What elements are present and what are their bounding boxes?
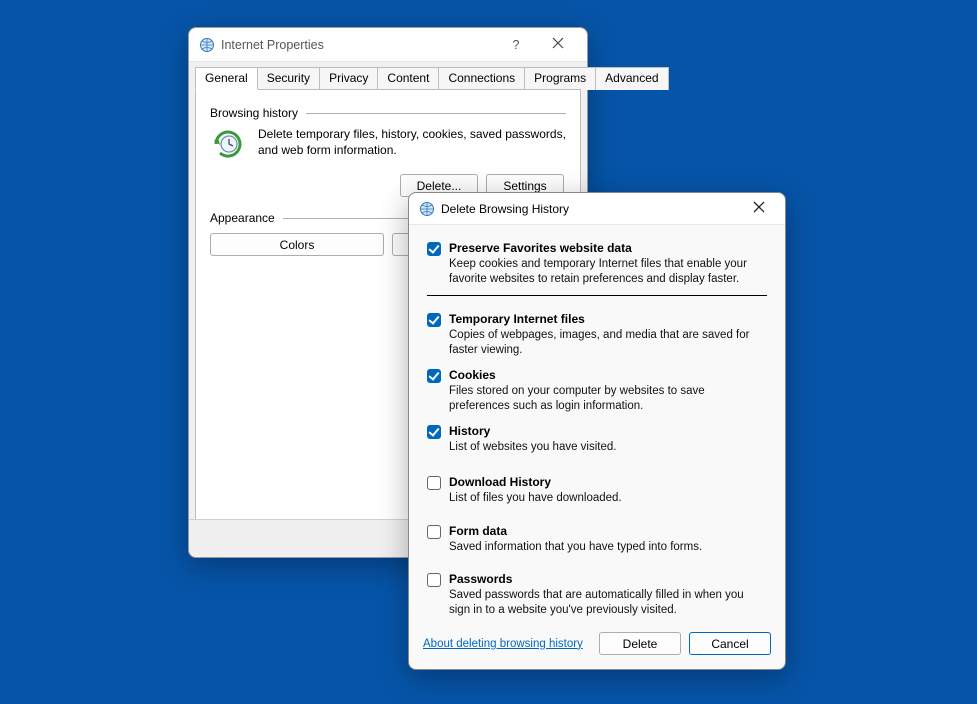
option-cookies: Cookies Files stored on your computer by…	[427, 366, 767, 414]
close-icon	[753, 201, 765, 216]
option-desc: List of files you have downloaded.	[449, 491, 767, 506]
history-clock-icon	[210, 126, 246, 162]
option-passwords: Passwords Saved passwords that are autom…	[427, 570, 767, 618]
option-download-history: Download History List of files you have …	[427, 473, 767, 506]
option-desc: Copies of webpages, images, and media th…	[449, 328, 767, 358]
checkbox-passwords[interactable]	[427, 573, 441, 587]
tab-content[interactable]: Content	[377, 67, 439, 90]
colors-button[interactable]: Colors	[210, 233, 384, 256]
close-icon	[552, 37, 564, 52]
option-label: Preserve Favorites website data	[449, 241, 632, 256]
option-desc: Saved information that you have typed in…	[449, 540, 767, 555]
about-deleting-link[interactable]: About deleting browsing history	[423, 638, 583, 650]
delete-button[interactable]: Delete	[599, 632, 681, 655]
internet-options-icon	[199, 37, 215, 53]
option-label: Temporary Internet files	[449, 312, 585, 327]
internet-options-icon	[419, 201, 435, 217]
option-preserve-favorites: Preserve Favorites website data Keep coo…	[427, 239, 767, 287]
help-button[interactable]: ?	[495, 31, 537, 59]
dbh-footer: About deleting browsing history Delete C…	[409, 622, 785, 669]
checkbox-form-data[interactable]	[427, 525, 441, 539]
option-history: History List of websites you have visite…	[427, 422, 767, 455]
option-temp-files: Temporary Internet files Copies of webpa…	[427, 310, 767, 358]
option-label: Form data	[449, 524, 507, 539]
option-desc: Keep cookies and temporary Internet file…	[449, 257, 767, 287]
dbh-title: Delete Browsing History	[441, 202, 569, 216]
close-button[interactable]	[737, 195, 781, 223]
checkbox-temp-files[interactable]	[427, 313, 441, 327]
dbh-body: Preserve Favorites website data Keep coo…	[409, 225, 785, 618]
option-form-data: Form data Saved information that you hav…	[427, 522, 767, 555]
option-desc: Files stored on your computer by website…	[449, 384, 767, 414]
browsing-history-group: Browsing history	[210, 106, 566, 120]
tab-general[interactable]: General	[195, 67, 258, 90]
cancel-button[interactable]: Cancel	[689, 632, 771, 655]
checkbox-cookies[interactable]	[427, 369, 441, 383]
close-button[interactable]	[537, 31, 579, 59]
option-label: Passwords	[449, 572, 512, 587]
tab-advanced[interactable]: Advanced	[595, 67, 668, 90]
tab-connections[interactable]: Connections	[438, 67, 525, 90]
ip-title: Internet Properties	[221, 38, 324, 52]
ip-titlebar: Internet Properties ?	[189, 28, 587, 62]
option-label: Cookies	[449, 368, 496, 383]
tab-security[interactable]: Security	[257, 67, 320, 90]
delete-browsing-history-dialog: Delete Browsing History Preserve Favorit…	[408, 192, 786, 670]
browsing-history-label: Browsing history	[210, 106, 298, 120]
tab-privacy[interactable]: Privacy	[319, 67, 378, 90]
checkbox-preserve-favorites[interactable]	[427, 242, 441, 256]
tab-programs[interactable]: Programs	[524, 67, 596, 90]
option-desc: Saved passwords that are automatically f…	[449, 588, 767, 618]
divider	[306, 113, 566, 114]
separator	[427, 295, 767, 296]
checkbox-history[interactable]	[427, 425, 441, 439]
dbh-titlebar: Delete Browsing History	[409, 193, 785, 225]
checkbox-download-history[interactable]	[427, 476, 441, 490]
browsing-history-desc: Delete temporary files, history, cookies…	[258, 126, 566, 162]
tabs-strip: General Security Privacy Content Connect…	[189, 62, 587, 89]
option-label: Download History	[449, 475, 551, 490]
appearance-label: Appearance	[210, 211, 275, 225]
option-desc: List of websites you have visited.	[449, 440, 767, 455]
option-label: History	[449, 424, 490, 439]
